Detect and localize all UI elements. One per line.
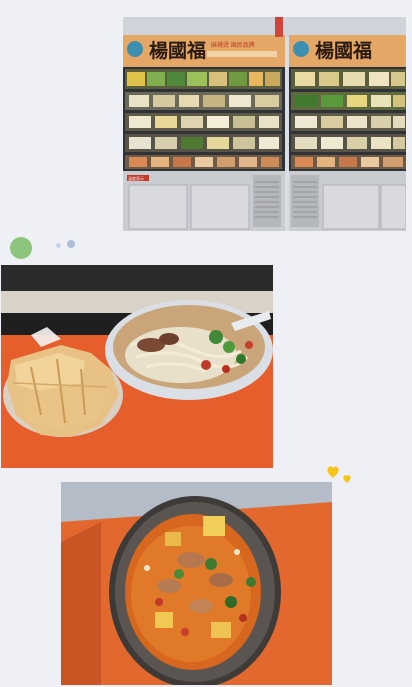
noodle-bowl [105, 300, 273, 400]
right-fridge: 楊國福 [289, 35, 406, 231]
left-sign-subtext: 麻辣烫 国民品牌 [211, 41, 255, 49]
fridge-display-photo[interactable]: 楊國福 麻辣烫 国民品牌 温度显示 楊國福 [123, 17, 406, 231]
noodle-soup-photo[interactable] [1, 265, 273, 468]
left-sign-text: 楊國福 [149, 39, 206, 62]
fridge-temp-label: 温度显示 [128, 175, 144, 181]
small-dot-decoration [56, 243, 61, 248]
small-dot-decoration-2 [67, 240, 75, 248]
left-fridge: 楊國福 麻辣烫 国民品牌 温度显示 [123, 35, 285, 231]
stone-pot-stew-photo[interactable] [61, 482, 332, 685]
green-dot-decoration [10, 237, 32, 259]
right-sign-text: 楊國福 [315, 39, 372, 62]
